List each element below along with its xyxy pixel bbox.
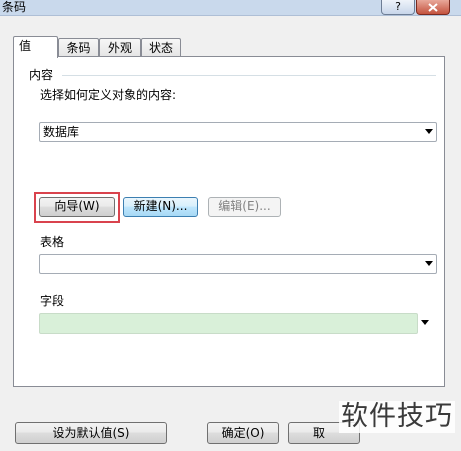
watermark-text: 软件技巧 [339,401,455,433]
set-default-button[interactable]: 设为默认值(S) [15,422,167,444]
edit-button: 编辑(E)... [208,197,281,217]
tab-barcode[interactable]: 条码 [58,38,99,58]
content-prompt: 选择如何定义对象的内容: [40,88,177,102]
chevron-down-icon [421,320,429,325]
close-button[interactable] [416,0,450,15]
new-button[interactable]: 新建(N)... [123,197,198,217]
chevron-down-icon [425,129,433,134]
tab-value[interactable]: 值 [13,36,58,58]
chevron-down-icon [425,261,433,266]
table-label: 表格 [40,235,65,249]
tab-appearance[interactable]: 外观 [99,38,141,58]
highlight-box [34,192,120,223]
field-select[interactable] [39,313,429,334]
group-divider [62,75,436,76]
close-icon [428,2,438,12]
ok-button[interactable]: 确定(O) [207,422,279,444]
help-icon: ? [395,0,401,13]
field-label: 字段 [40,294,65,308]
content-source-select[interactable]: 数据库 [39,122,437,142]
content-group-label: 内容 [29,68,54,82]
help-button[interactable]: ? [381,0,415,15]
content-source-value: 数据库 [43,125,80,139]
window-title: 条码 [2,0,27,14]
table-select[interactable] [39,254,437,274]
tab-status[interactable]: 状态 [141,38,181,58]
